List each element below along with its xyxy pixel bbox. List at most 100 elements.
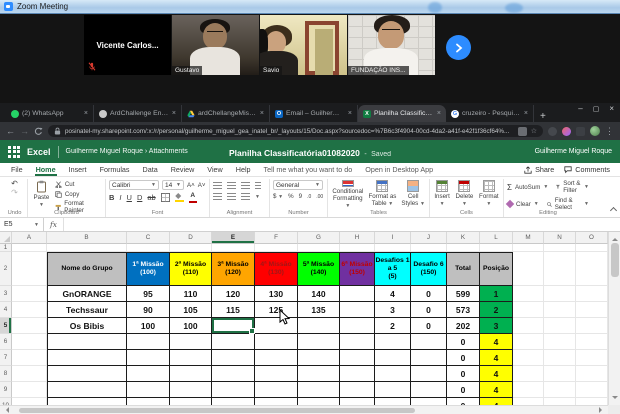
header-posicao[interactable]: Posição (480, 252, 513, 286)
cell[interactable] (340, 350, 375, 366)
col-header-A[interactable]: A (12, 232, 47, 244)
cell[interactable] (47, 382, 127, 398)
cell[interactable] (12, 244, 47, 252)
tab-file[interactable]: File (10, 163, 24, 176)
cell-total[interactable]: 0 (447, 382, 480, 398)
tab-view[interactable]: View (206, 163, 223, 176)
cell-position[interactable]: 4 (480, 398, 513, 405)
account-user-name[interactable]: Guilherme Miguel Roque (535, 148, 612, 155)
header-missao-2[interactable]: 2ª Missão(110) (170, 252, 212, 286)
tab-data[interactable]: Data (142, 163, 159, 176)
cell[interactable] (170, 244, 212, 252)
cell[interactable] (513, 302, 544, 318)
tab-close-icon[interactable]: × (84, 110, 88, 117)
font-family-select[interactable]: Calibri▼ (109, 180, 159, 190)
cell[interactable] (127, 244, 170, 252)
cell[interactable] (12, 334, 47, 350)
cell[interactable] (576, 252, 608, 286)
accounting-format-icon[interactable]: $ ▼ (273, 193, 283, 200)
cell[interactable] (170, 350, 212, 366)
borders-icon[interactable] (161, 193, 170, 202)
cell[interactable] (12, 350, 47, 366)
horizontal-scrollbar[interactable] (0, 405, 608, 414)
breadcrumb[interactable]: Guilherme Miguel Roque › Attachments (66, 148, 188, 155)
format-cells-button[interactable]: Format▼ (479, 180, 499, 209)
participant-tile-fundacao[interactable]: FUNDAÇÃO INS... (348, 15, 435, 75)
cell[interactable] (544, 334, 576, 350)
tell-me-box[interactable]: Tell me what you want to do (263, 163, 354, 176)
extension-icon-1[interactable] (548, 127, 557, 136)
tab-insert[interactable]: Insert (68, 163, 88, 176)
cell[interactable] (212, 366, 255, 382)
tab-close-icon[interactable]: × (172, 110, 176, 117)
cell[interactable] (298, 398, 340, 405)
cell[interactable] (447, 244, 480, 252)
comma-style-icon[interactable]: 9 (299, 193, 302, 200)
tab-close-icon[interactable]: × (348, 110, 352, 117)
cell[interactable] (298, 244, 340, 252)
cell[interactable] (47, 350, 127, 366)
cell[interactable] (212, 334, 255, 350)
merge-center-icon[interactable]: ▼ (255, 194, 260, 200)
cell[interactable] (212, 398, 255, 405)
cell[interactable] (255, 244, 298, 252)
col-header-K[interactable]: K (447, 232, 480, 244)
tab-planilha-active[interactable]: X Planilha Classificatória0 × (358, 105, 446, 122)
bookmark-star-icon[interactable]: ☆ (531, 127, 537, 135)
grow-font-icon[interactable]: A˄ (187, 182, 195, 189)
cell[interactable] (576, 334, 608, 350)
formula-input[interactable] (64, 218, 620, 231)
undo-icon[interactable]: ↶ (11, 180, 18, 188)
cell[interactable] (47, 244, 127, 252)
tab-email[interactable]: O Email – Guilherme Mig × (270, 105, 358, 122)
participant-tile-savio[interactable]: Savio (260, 15, 347, 75)
col-header-J[interactable]: J (411, 232, 447, 244)
cell[interactable] (12, 398, 47, 405)
cell[interactable] (212, 244, 255, 252)
row-header-5-selected[interactable]: 5 (0, 318, 12, 334)
cell[interactable]: 0 (411, 302, 447, 318)
cell[interactable] (544, 398, 576, 405)
cell[interactable] (255, 382, 298, 398)
cell[interactable] (340, 366, 375, 382)
cell-group-name[interactable]: GnORANGE (47, 286, 127, 302)
redo-icon[interactable]: ↷ (11, 189, 18, 197)
conditional-formatting-button[interactable]: Conditional Formatting ▼ (331, 180, 365, 209)
tab-ardchellangemissoes[interactable]: ardChellangeMissoes - × (182, 105, 270, 122)
cell[interactable] (298, 334, 340, 350)
cell[interactable] (576, 286, 608, 302)
cell[interactable] (47, 398, 127, 405)
cell[interactable] (255, 398, 298, 405)
participant-tile-gustavo[interactable]: Gustavo (172, 15, 259, 75)
sort-filter-button[interactable]: Sort & Filter▼ (556, 180, 589, 194)
header-desafios-1-5[interactable]: Desafios 1 a 5(5) (375, 252, 411, 286)
tab-formulas[interactable]: Formulas (99, 163, 131, 176)
cell[interactable] (411, 398, 447, 405)
selected-cell-E5[interactable] (212, 318, 255, 334)
maximize-button[interactable]: ▢ (593, 105, 600, 113)
cell[interactable] (513, 318, 544, 334)
delete-cells-button[interactable]: Delete▼ (455, 180, 473, 209)
profile-avatar[interactable] (590, 126, 600, 136)
cell[interactable] (411, 244, 447, 252)
cell[interactable] (12, 318, 47, 334)
bold-icon[interactable]: B (109, 193, 114, 202)
header-desafio-6[interactable]: Desafio 6(150) (411, 252, 447, 286)
cell-group-name[interactable]: Techssaur (47, 302, 127, 318)
cell[interactable] (170, 382, 212, 398)
cell[interactable] (375, 398, 411, 405)
col-header-I[interactable]: I (375, 232, 411, 244)
cell[interactable] (375, 350, 411, 366)
cell[interactable] (255, 350, 298, 366)
col-header-G[interactable]: G (298, 232, 340, 244)
cell[interactable] (340, 382, 375, 398)
cell[interactable] (212, 382, 255, 398)
header-nome-do-grupo[interactable]: Nome do Grupo (47, 252, 127, 286)
header-missao-3[interactable]: 3ª Missão(120) (212, 252, 255, 286)
cell-total[interactable]: 599 (447, 286, 480, 302)
cell[interactable] (127, 334, 170, 350)
scroll-right-icon[interactable] (599, 407, 605, 413)
cell[interactable] (544, 252, 576, 286)
row-header-7[interactable]: 7 (0, 350, 12, 366)
cell[interactable] (170, 366, 212, 382)
